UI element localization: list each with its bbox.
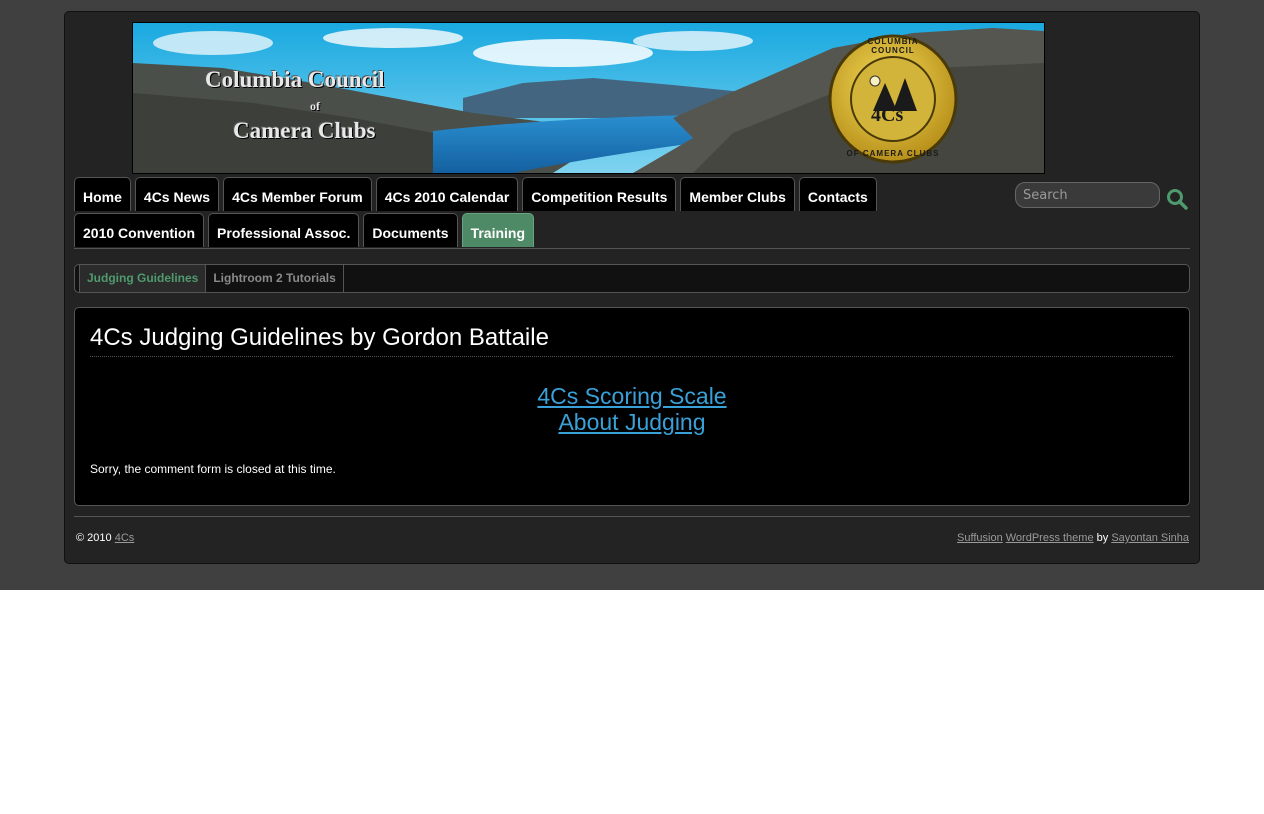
nav-tab-documents[interactable]: Documents xyxy=(363,213,458,247)
nav-tab-training[interactable]: Training xyxy=(461,213,535,247)
logo-4cs-text: 4Cs xyxy=(871,104,904,126)
banner-title-line3: Camera Clubs xyxy=(233,118,376,143)
copyright-text: © 2010 xyxy=(76,532,112,544)
nav-tab-calendar[interactable]: 4Cs 2010 Calendar xyxy=(375,177,519,211)
main-nav-row-1: Home 4Cs News 4Cs Member Forum 4Cs 2010 … xyxy=(74,177,877,211)
logo-top-text: COLUMBIA COUNCIL xyxy=(867,37,919,55)
footer-theme-link[interactable]: Suffusion xyxy=(957,532,1003,544)
logo-bottom-text: OF CAMERA CLUBS xyxy=(846,149,940,158)
nav-tab-4cs-news[interactable]: 4Cs News xyxy=(134,177,220,211)
page-title: 4Cs Judging Guidelines by Gordon Battail… xyxy=(90,324,1173,357)
comment-closed-notice: Sorry, the comment form is closed at thi… xyxy=(90,462,336,476)
footer-site-link[interactable]: 4Cs xyxy=(115,532,135,544)
footer-divider xyxy=(74,516,1190,517)
page-wrapper: Columbia Council of Camera Clubs 4Cs COL… xyxy=(64,11,1200,564)
banner-title-line1: Columbia Council xyxy=(205,67,385,92)
nav-tab-2010-convention[interactable]: 2010 Convention xyxy=(74,213,205,247)
search-icon[interactable] xyxy=(1166,188,1188,210)
footer-author-link[interactable]: Sayontan Sinha xyxy=(1111,532,1189,544)
nav-tab-home[interactable]: Home xyxy=(74,177,131,211)
footer-copyright: © 2010 4Cs xyxy=(76,532,134,544)
sub-navigation: Judging Guidelines Lightroom 2 Tutorials xyxy=(74,264,1190,293)
main-content: 4Cs Judging Guidelines by Gordon Battail… xyxy=(74,307,1190,506)
search-input[interactable] xyxy=(1015,182,1160,208)
nav-tab-contacts[interactable]: Contacts xyxy=(798,177,877,211)
content-links: 4Cs Scoring Scale About Judging xyxy=(75,383,1189,435)
subnav-item-lightroom-tutorials[interactable]: Lightroom 2 Tutorials xyxy=(206,265,344,292)
nav-tab-member-clubs[interactable]: Member Clubs xyxy=(680,177,795,211)
footer-by-text: by xyxy=(1096,532,1109,544)
nav-tab-member-forum[interactable]: 4Cs Member Forum xyxy=(223,177,372,211)
footer-wordpress-link[interactable]: WordPress theme xyxy=(1006,532,1094,544)
footer-credits: Suffusion WordPress theme by Sayontan Si… xyxy=(957,532,1189,544)
banner-title-line2: of xyxy=(310,99,320,113)
header-banner[interactable]: Columbia Council of Camera Clubs 4Cs COL… xyxy=(132,22,1045,174)
subnav-item-judging-guidelines[interactable]: Judging Guidelines xyxy=(79,265,207,292)
main-nav-row-2: 2010 Convention Professional Assoc. Docu… xyxy=(74,213,535,247)
about-judging-link[interactable]: About Judging xyxy=(75,409,1189,435)
scoring-scale-link[interactable]: 4Cs Scoring Scale xyxy=(75,383,1189,409)
nav-tab-competition-results[interactable]: Competition Results xyxy=(522,177,677,211)
nav-tab-professional-assoc[interactable]: Professional Assoc. xyxy=(208,213,360,247)
nav-divider xyxy=(74,248,1190,249)
